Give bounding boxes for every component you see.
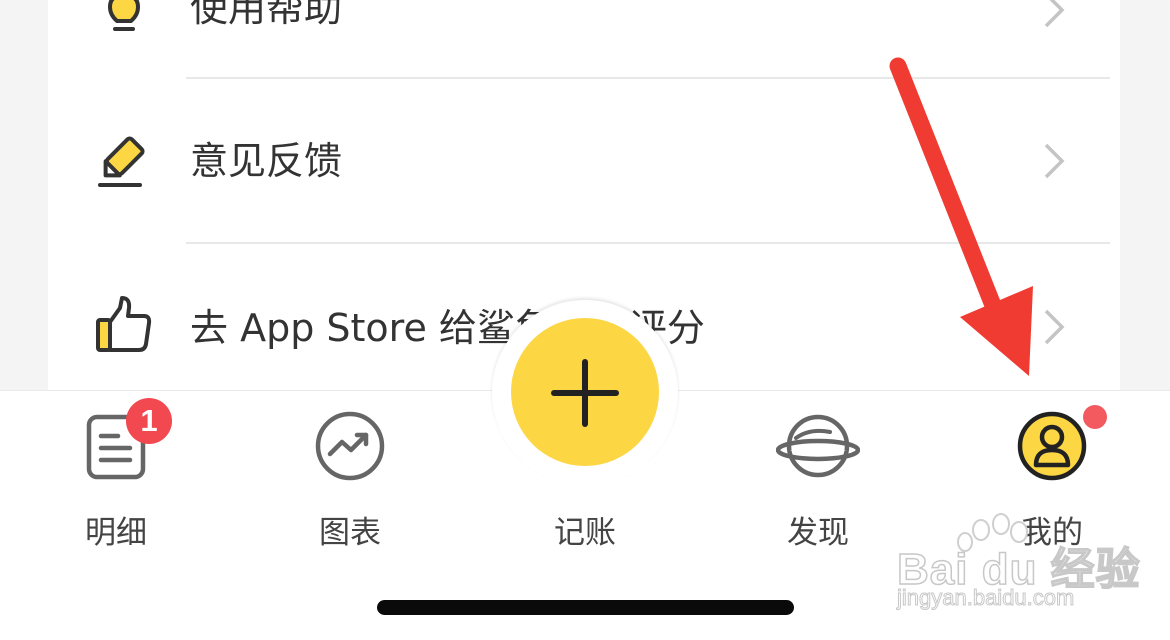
thumbs-up-icon <box>96 296 152 352</box>
tab-label: 图表 <box>319 515 381 551</box>
profile-icon <box>1017 411 1087 481</box>
menu-item-feedback[interactable]: 意见反馈 <box>48 79 1120 243</box>
watermark-url: jingyan.baidu.com <box>896 585 1075 611</box>
tab-details[interactable]: 明细 <box>26 410 206 560</box>
chevron-right-icon <box>1044 0 1065 28</box>
tab-record[interactable]: 记账 <box>495 410 675 560</box>
notification-badge: 1 <box>126 398 172 444</box>
pencil-icon <box>98 136 145 187</box>
chevron-right-icon <box>1044 143 1065 179</box>
lightbulb-icon <box>107 0 141 31</box>
menu-item-label: 意见反馈 <box>190 139 343 183</box>
tab-label: 发现 <box>787 515 849 551</box>
tab-discover[interactable]: 发现 <box>728 410 908 560</box>
tab-charts[interactable]: 图表 <box>260 410 440 560</box>
tab-label: 记账 <box>554 515 616 551</box>
planet-icon <box>776 414 860 478</box>
trend-chart-icon <box>315 411 385 481</box>
chevron-right-icon <box>1044 309 1065 345</box>
notification-dot <box>1083 405 1107 429</box>
menu-item-help[interactable]: 使用帮助 <box>48 0 1120 82</box>
tab-label: 明细 <box>85 515 147 551</box>
home-indicator <box>377 600 794 615</box>
menu-item-label: 使用帮助 <box>190 0 343 30</box>
